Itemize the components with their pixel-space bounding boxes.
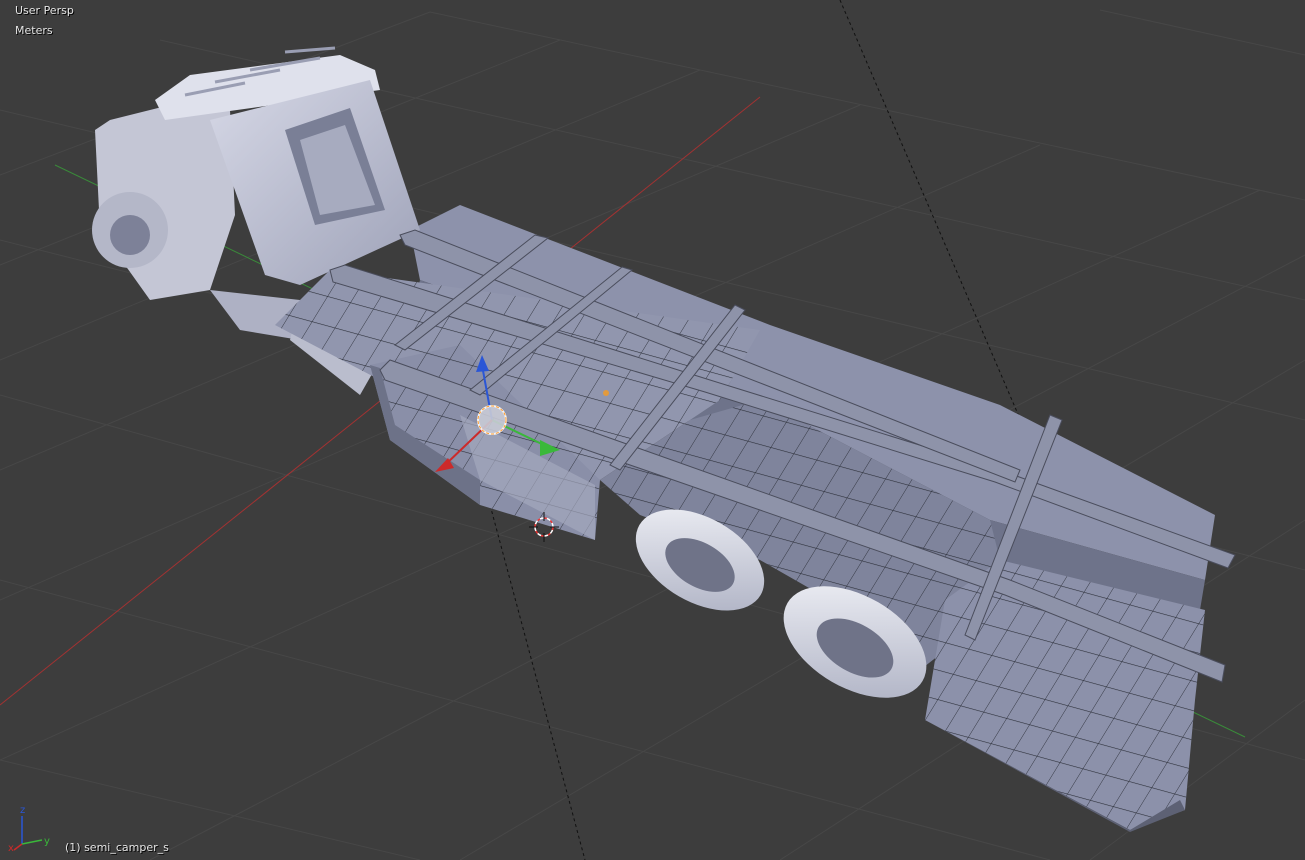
view-name-label: User Persp	[15, 4, 74, 17]
axis-x-label: x	[8, 843, 14, 852]
axis-z-label: z	[20, 805, 25, 816]
truck-model[interactable]	[92, 46, 1236, 832]
active-object-label: (1) semi_camper_s	[65, 841, 169, 854]
axis-y-label: y	[44, 836, 50, 847]
lamp-origin-icon[interactable]	[603, 390, 609, 396]
axis-orientation-widget: z y x	[8, 805, 50, 852]
3d-viewport[interactable]	[0, 0, 1305, 860]
units-label: Meters	[15, 24, 53, 37]
